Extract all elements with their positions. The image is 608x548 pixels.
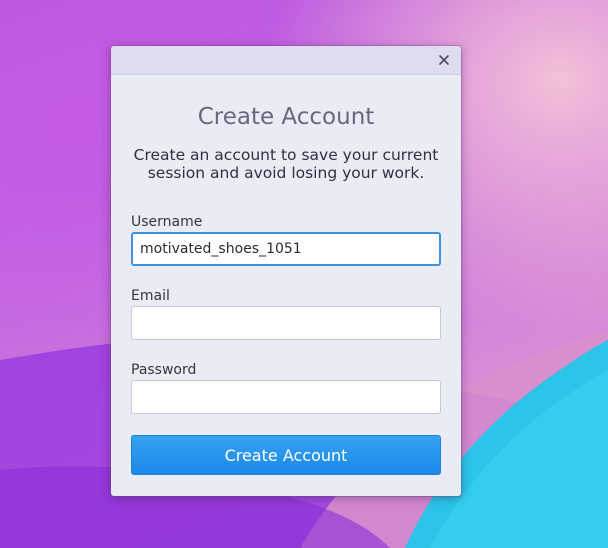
dialog-subtitle: Create an account to save your current s… bbox=[133, 146, 439, 182]
close-button[interactable] bbox=[435, 51, 453, 69]
dialog-titlebar[interactable] bbox=[111, 46, 461, 75]
close-icon bbox=[435, 51, 453, 69]
username-label: Username bbox=[131, 214, 203, 230]
password-label: Password bbox=[131, 362, 197, 378]
username-input[interactable] bbox=[131, 232, 441, 266]
create-account-button[interactable]: Create Account bbox=[131, 435, 441, 475]
dialog-title: Create Account bbox=[197, 104, 375, 130]
create-account-dialog: Create Account Create an account to save… bbox=[111, 46, 461, 496]
email-input[interactable] bbox=[131, 306, 441, 340]
email-label: Email bbox=[131, 288, 170, 304]
password-input[interactable] bbox=[131, 380, 441, 414]
